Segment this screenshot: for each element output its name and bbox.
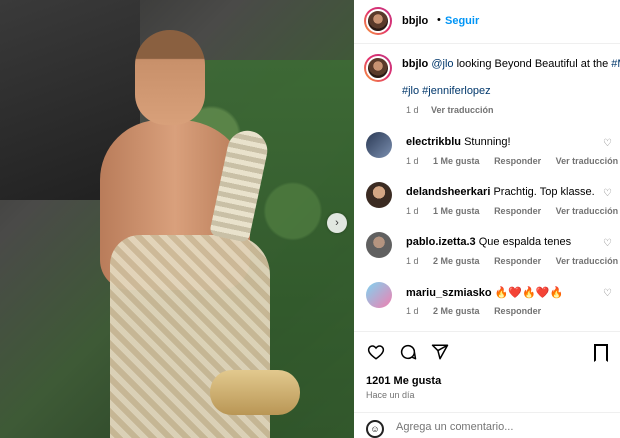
caption-text: bbjlo @jlo looking Beyond Beautiful at t…	[402, 58, 620, 70]
post-actions: 1201 Me gusta Hace un día ☺	[354, 331, 620, 438]
comment-item: pablo.izetta.3 Que espalda tenes 1 d 2 M…	[354, 232, 620, 282]
comment-username[interactable]: electrikblu	[406, 136, 461, 148]
next-photo-button[interactable]: ›	[327, 213, 347, 233]
separator-dot: •	[437, 14, 441, 26]
chevron-right-icon: ›	[335, 217, 339, 229]
caption-time: 1 d	[406, 105, 419, 115]
comment-meta: 1 d 1 Me gusta Responder Ver traducción	[406, 156, 620, 166]
caption-username[interactable]: bbjlo	[402, 58, 428, 70]
caption-body: looking Beyond Beautiful at the	[453, 58, 612, 70]
comment-meta: 1 d 1 Me gusta Responder Ver traducción	[406, 206, 620, 216]
comment-text: electrikblu Stunning!	[406, 136, 511, 148]
likes-count[interactable]: 1201 Me gusta	[366, 375, 441, 387]
heart-icon[interactable]: ♡	[603, 288, 612, 299]
photo-subject	[70, 10, 300, 438]
reply-button[interactable]: Responder	[494, 256, 541, 266]
comment-body: Prachtig. Top klasse.	[493, 186, 595, 198]
comment-text: delandsheerkari Prachtig. Top klasse.	[406, 186, 595, 198]
caption-meta: 1 d Ver traducción	[406, 105, 504, 115]
comment-icon[interactable]	[398, 342, 418, 362]
post-side-panel: bbjlo • Seguir bbjlo @jlo looking Beyond…	[354, 0, 620, 438]
see-translation-link[interactable]: Ver traducción	[431, 105, 494, 115]
see-translation-link[interactable]: Ver traducción	[556, 256, 619, 266]
see-translation-link[interactable]: Ver traducción	[556, 156, 619, 166]
add-comment-bar: ☺	[354, 412, 620, 438]
comment-meta: 1 d 2 Me gusta Responder	[406, 306, 553, 316]
comment-time: 1 d	[406, 256, 419, 266]
comment-item: electrikblu Stunning! 1 d 1 Me gusta Res…	[354, 132, 620, 182]
author-username[interactable]: bbjlo	[402, 15, 428, 27]
share-icon[interactable]	[430, 342, 450, 362]
avatar[interactable]	[366, 232, 392, 258]
comment-item: mariu_szmiasko 🔥❤️🔥❤️🔥 1 d 2 Me gusta Re…	[354, 282, 620, 332]
comment-likes[interactable]: 2 Me gusta	[433, 256, 480, 266]
post-photo[interactable]: ›	[0, 0, 354, 438]
avatar[interactable]	[364, 7, 392, 35]
comment-time: 1 d	[406, 306, 419, 316]
comment-likes[interactable]: 1 Me gusta	[433, 206, 480, 216]
follow-button[interactable]: Seguir	[445, 15, 479, 27]
avatar[interactable]	[364, 54, 392, 82]
heart-icon[interactable]: ♡	[603, 188, 612, 199]
comment-body: 🔥❤️🔥❤️🔥	[494, 287, 564, 299]
avatar[interactable]	[366, 282, 392, 308]
comment-meta: 1 d 2 Me gusta Responder Ver traducción	[406, 256, 620, 266]
comment-item: delandsheerkari Prachtig. Top klasse. 1 …	[354, 182, 620, 232]
comment-username[interactable]: mariu_szmiasko	[406, 287, 492, 299]
comment-time: 1 d	[406, 206, 419, 216]
caption-mention[interactable]: @jlo	[431, 58, 453, 70]
comment-text: pablo.izetta.3 Que espalda tenes	[406, 236, 571, 248]
heart-icon[interactable]: ♡	[603, 238, 612, 249]
comment-username[interactable]: delandsheerkari	[406, 186, 490, 198]
heart-icon[interactable]	[366, 342, 386, 362]
reply-button[interactable]: Responder	[494, 156, 541, 166]
comment-likes[interactable]: 1 Me gusta	[433, 156, 480, 166]
post-time: Hace un día	[366, 390, 415, 400]
comment-likes[interactable]: 2 Me gusta	[433, 306, 480, 316]
heart-icon[interactable]: ♡	[603, 138, 612, 149]
comment-text: mariu_szmiasko 🔥❤️🔥❤️🔥	[406, 286, 563, 299]
caption-hashtags[interactable]: #jlo #jenniferlopez	[402, 85, 491, 97]
comment-time: 1 d	[406, 156, 419, 166]
comment-body: Stunning!	[464, 136, 511, 148]
avatar[interactable]	[366, 182, 392, 208]
emoji-icon[interactable]: ☺	[366, 420, 384, 438]
see-translation-link[interactable]: Ver traducción	[556, 206, 619, 216]
caption-hashtag[interactable]: #M	[611, 58, 620, 70]
avatar[interactable]	[366, 132, 392, 158]
comment-body: Que espalda tenes	[478, 236, 572, 248]
reply-button[interactable]: Responder	[494, 206, 541, 216]
action-icons	[366, 342, 450, 362]
reply-button[interactable]: Responder	[494, 306, 541, 316]
comment-input[interactable]	[396, 421, 596, 433]
comment-username[interactable]: pablo.izetta.3	[406, 236, 476, 248]
post-header: bbjlo • Seguir	[354, 0, 620, 44]
bookmark-icon[interactable]	[594, 344, 608, 362]
